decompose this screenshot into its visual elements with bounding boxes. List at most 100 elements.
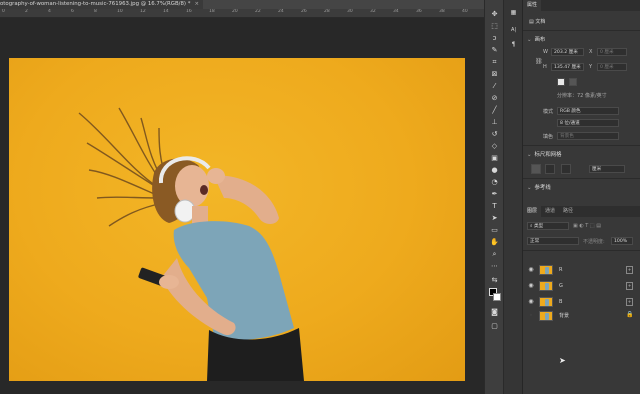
hand-holding-phone: [159, 275, 179, 289]
lasso-icon[interactable]: ↄ: [489, 34, 500, 43]
guides-label: 参考线: [534, 185, 551, 191]
paragraph-panel-icon[interactable]: ¶: [508, 40, 519, 49]
document-label: 文档: [535, 19, 546, 25]
document-tab-bar: otography-of-woman-listening-to-music-76…: [0, 0, 484, 9]
woman-with-headphones-illustration: [78, 107, 304, 381]
ruler-label: 16: [186, 9, 192, 14]
filter-icons[interactable]: ▣ ◐ T ⬚ ▤: [573, 223, 601, 229]
layer-row[interactable]: ◉ R +: [527, 264, 637, 276]
brush-icon[interactable]: ╱: [489, 106, 500, 115]
layer-row[interactable]: ◦ 背景 🔒: [527, 310, 637, 322]
layer-name: B: [559, 299, 563, 305]
quick-mask-icon[interactable]: ◙: [489, 308, 500, 317]
grid-toggle-icon[interactable]: [545, 164, 555, 174]
eye-icon[interactable]: ◉: [527, 266, 535, 274]
tab-channels[interactable]: 通道: [541, 206, 559, 217]
canvas-section-label: 画布: [534, 37, 546, 43]
ruler-label: 26: [301, 9, 307, 14]
tab-layers[interactable]: 图层: [523, 206, 542, 217]
eye-hidden-icon[interactable]: ◦: [527, 312, 535, 320]
eraser-icon[interactable]: ◇: [489, 142, 500, 151]
history-panel-icon[interactable]: ▦: [508, 8, 519, 17]
x-field[interactable]: 0 厘米: [597, 48, 627, 56]
unit-select[interactable]: 厘米: [589, 165, 625, 173]
landscape-orientation-icon[interactable]: [569, 78, 577, 86]
pen-icon[interactable]: ✒: [489, 190, 500, 199]
eye-icon[interactable]: ◉: [527, 298, 535, 306]
ruler-label: 8: [94, 9, 97, 14]
rulers-grids-section-title[interactable]: ⌄ 标尺和网格: [527, 150, 562, 158]
horizontal-ruler[interactable]: 0 2 4 6 8 10 12 14 16 18 20 22 24 26 28 …: [0, 9, 484, 18]
ruler-label: 24: [278, 9, 284, 14]
resolution-text: 分辨率：72 像素/英寸: [557, 93, 607, 99]
marquee-icon[interactable]: ⬚: [489, 22, 500, 31]
quick-select-icon[interactable]: ✎: [489, 46, 500, 55]
path-select-icon[interactable]: ➤: [489, 214, 500, 223]
canvas-section-title[interactable]: ⌄ 画布: [527, 35, 545, 43]
healing-brush-icon[interactable]: ⊘: [489, 94, 500, 103]
y-label: Y: [589, 64, 593, 70]
gradient-icon[interactable]: ▣: [489, 154, 500, 163]
link-icon[interactable]: ⛓: [535, 58, 543, 65]
document-tab-title: otography-of-woman-listening-to-music-76…: [0, 1, 191, 7]
t-shirt: [173, 221, 294, 340]
layers-tab-bar: 图层 通道 路径: [523, 206, 640, 217]
guides-section-title[interactable]: ⌄ 参考线: [527, 183, 551, 191]
canvas-area[interactable]: [0, 18, 484, 394]
document-image[interactable]: [9, 58, 465, 381]
swap-colors-icon[interactable]: ⇆: [489, 276, 500, 285]
rectangle-icon[interactable]: ▭: [489, 226, 500, 235]
history-brush-icon[interactable]: ↺: [489, 130, 500, 139]
layer-filter-select[interactable]: ⌕ 类型: [527, 222, 569, 230]
blend-mode-select[interactable]: 正常: [527, 237, 579, 245]
collapsed-panels-strip: ▦ A| ¶: [503, 0, 522, 394]
screen-mode-icon[interactable]: ▢: [489, 322, 500, 331]
y-field[interactable]: 0 厘米: [597, 63, 627, 71]
layer-thumbnail: [539, 265, 553, 275]
pixel-grid-icon[interactable]: [561, 164, 571, 174]
zoom-icon[interactable]: ⌕: [489, 250, 500, 259]
close-tab-icon[interactable]: ×: [194, 1, 199, 7]
ruler-label: 20: [232, 9, 238, 14]
eyedropper-icon[interactable]: ⁄: [489, 82, 500, 91]
mode-label: 模式: [543, 109, 554, 115]
crop-icon[interactable]: ⌗: [489, 58, 500, 67]
document-tab[interactable]: otography-of-woman-listening-to-music-76…: [0, 0, 203, 9]
ruler-label: 22: [255, 9, 261, 14]
mode-select[interactable]: RGB 颜色: [557, 107, 619, 115]
tab-paths[interactable]: 路径: [559, 206, 577, 217]
width-field[interactable]: 203.2 厘米: [551, 48, 584, 56]
tab-properties[interactable]: 属性: [523, 0, 542, 11]
ruler-toggle-icon[interactable]: [531, 164, 541, 174]
mouse-cursor-icon: ➤: [559, 356, 566, 365]
blur-icon[interactable]: ●: [489, 166, 500, 175]
ruler-label: 6: [71, 9, 74, 14]
clone-stamp-icon[interactable]: ⊥: [489, 118, 500, 127]
foreground-color-icon[interactable]: [489, 288, 501, 302]
bit-depth-select[interactable]: 8 位/通道: [557, 119, 619, 127]
opacity-field[interactable]: 100%: [611, 237, 633, 245]
dodge-icon[interactable]: ◔: [489, 178, 500, 187]
eye-icon[interactable]: ◉: [527, 282, 535, 290]
portrait-orientation-icon[interactable]: [557, 78, 565, 86]
open-mouth: [200, 185, 208, 195]
height-field[interactable]: 135.47 厘米: [551, 63, 584, 71]
type-icon[interactable]: T: [489, 202, 500, 211]
smart-object-icon: +: [626, 266, 633, 274]
smart-object-icon: +: [626, 282, 633, 290]
hand-icon[interactable]: ✋: [489, 238, 500, 247]
character-panel-icon[interactable]: A|: [508, 26, 519, 35]
lock-icon: 🔒: [626, 311, 634, 318]
ruler-label: 38: [439, 9, 445, 14]
chevron-down-icon: ⌄: [527, 185, 532, 191]
layer-filter-value: 类型: [534, 224, 544, 229]
fill-select[interactable]: 背景色: [557, 132, 619, 140]
more-tools-icon[interactable]: ⋯: [489, 262, 500, 271]
layer-row[interactable]: ◉ G +: [527, 280, 637, 292]
height-label: H: [543, 64, 547, 70]
move-icon[interactable]: ✥: [489, 10, 500, 19]
chevron-down-icon: ⌄: [527, 37, 532, 43]
layer-thumbnail: [539, 311, 553, 321]
frame-icon[interactable]: ⊠: [489, 70, 500, 79]
layer-row[interactable]: ◉ B +: [527, 296, 637, 308]
